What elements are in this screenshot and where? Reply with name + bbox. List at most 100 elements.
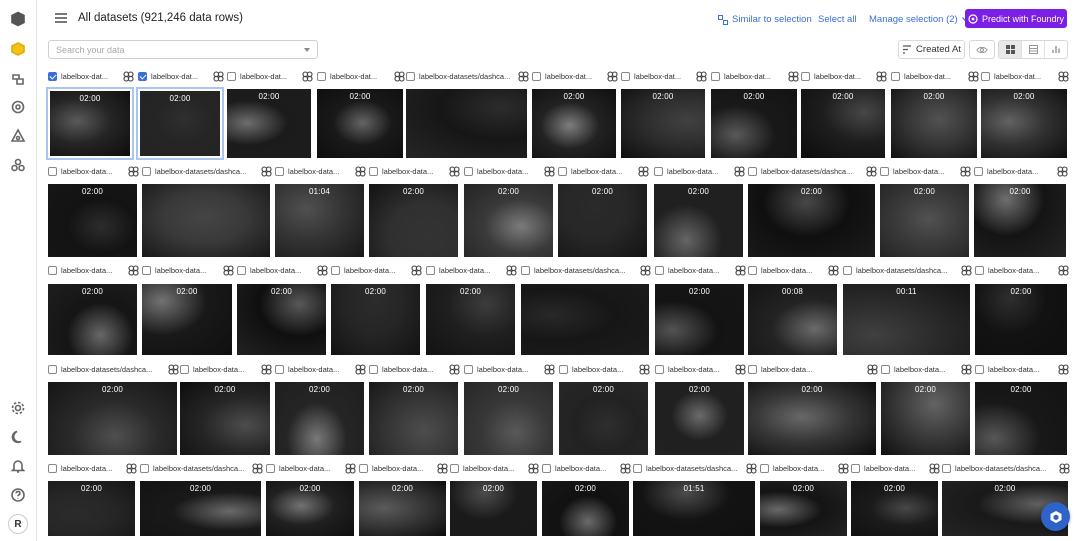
labelbox-logo-icon[interactable] <box>9 40 27 58</box>
select-checkbox[interactable] <box>559 364 568 374</box>
select-checkbox[interactable] <box>942 463 951 473</box>
select-checkbox[interactable] <box>369 166 378 176</box>
find-similar-icon[interactable] <box>1058 363 1069 375</box>
select-checkbox[interactable] <box>542 463 551 473</box>
find-similar-icon[interactable] <box>506 264 517 276</box>
model-icon[interactable] <box>9 127 27 145</box>
video-thumbnail[interactable]: 02:00 <box>140 481 261 536</box>
find-similar-icon[interactable] <box>355 363 366 375</box>
find-similar-icon[interactable] <box>449 363 460 375</box>
video-thumbnail[interactable]: 02:00 <box>891 89 977 158</box>
select-checkbox[interactable] <box>633 463 642 473</box>
select-checkbox[interactable] <box>227 71 236 81</box>
select-checkbox[interactable] <box>655 364 664 374</box>
video-thumbnail[interactable]: 02:00 <box>464 184 553 257</box>
select-checkbox[interactable] <box>48 364 57 374</box>
video-thumbnail[interactable]: 02:00 <box>369 184 458 257</box>
video-thumbnail[interactable]: 02:00 <box>655 284 744 355</box>
find-similar-icon[interactable] <box>838 462 849 474</box>
video-thumbnail[interactable]: 02:00 <box>48 382 177 455</box>
select-checkbox[interactable] <box>880 166 889 176</box>
notifications-icon[interactable] <box>9 457 27 475</box>
select-checkbox[interactable] <box>711 71 720 81</box>
find-similar-icon[interactable] <box>1058 264 1069 276</box>
select-checkbox[interactable] <box>464 166 473 176</box>
settings-icon[interactable] <box>9 399 27 417</box>
select-checkbox[interactable] <box>359 463 368 473</box>
find-similar-icon[interactable] <box>746 462 757 474</box>
video-thumbnail[interactable]: 02:00 <box>748 382 876 455</box>
select-checkbox[interactable] <box>331 265 340 275</box>
video-thumbnail[interactable]: 02:00 <box>464 382 553 455</box>
find-similar-icon[interactable] <box>128 165 139 177</box>
find-similar-icon[interactable] <box>961 264 972 276</box>
avatar[interactable]: R <box>8 514 28 534</box>
find-similar-icon[interactable] <box>345 462 356 474</box>
find-similar-icon[interactable] <box>544 363 555 375</box>
video-thumbnail[interactable]: 02:00 <box>426 284 515 355</box>
workflow-icon[interactable] <box>9 156 27 174</box>
select-checkbox[interactable] <box>748 166 757 176</box>
find-similar-icon[interactable] <box>252 462 263 474</box>
video-thumbnail[interactable]: 01:04 <box>275 184 364 257</box>
video-thumbnail[interactable]: 00:11 <box>843 284 970 355</box>
select-checkbox[interactable] <box>138 71 147 81</box>
select-checkbox[interactable] <box>48 71 57 81</box>
video-thumbnail[interactable]: 02:00 <box>654 184 743 257</box>
select-checkbox[interactable] <box>266 463 275 473</box>
find-similar-icon[interactable] <box>128 264 139 276</box>
find-similar-icon[interactable] <box>449 165 460 177</box>
find-similar-icon[interactable] <box>528 462 539 474</box>
video-thumbnail[interactable]: 02:00 <box>369 382 458 455</box>
visibility-toggle[interactable] <box>969 40 995 59</box>
select-checkbox[interactable] <box>275 166 284 176</box>
video-thumbnail[interactable]: 02:00 <box>359 481 446 536</box>
dark-mode-icon[interactable] <box>9 428 27 446</box>
search-input[interactable]: Search your data <box>48 40 318 59</box>
video-thumbnail[interactable]: 02:00 <box>136 87 224 160</box>
find-similar-icon[interactable] <box>1058 70 1069 82</box>
video-thumbnail[interactable]: 02:00 <box>748 184 875 257</box>
find-similar-icon[interactable] <box>1057 165 1068 177</box>
video-thumbnail[interactable]: 02:00 <box>711 89 797 158</box>
select-checkbox[interactable] <box>748 364 757 374</box>
find-similar-icon[interactable] <box>355 165 366 177</box>
video-thumbnail[interactable]: 02:00 <box>881 382 970 455</box>
video-thumbnail[interactable]: 02:00 <box>142 284 232 355</box>
find-similar-icon[interactable] <box>302 70 313 82</box>
video-thumbnail[interactable]: 02:00 <box>532 89 616 158</box>
analytics-view-button[interactable] <box>1045 41 1067 58</box>
select-checkbox[interactable] <box>48 463 57 473</box>
select-checkbox[interactable] <box>275 364 284 374</box>
find-similar-icon[interactable] <box>261 165 272 177</box>
video-thumbnail[interactable]: 02:00 <box>974 184 1066 257</box>
select-checkbox[interactable] <box>464 364 473 374</box>
select-all-button[interactable]: Select all <box>818 14 857 25</box>
select-checkbox[interactable] <box>48 166 57 176</box>
find-similar-icon[interactable] <box>960 165 971 177</box>
select-checkbox[interactable] <box>843 265 852 275</box>
select-checkbox[interactable] <box>406 71 415 81</box>
find-similar-icon[interactable] <box>126 462 137 474</box>
select-checkbox[interactable] <box>974 166 983 176</box>
select-checkbox[interactable] <box>140 463 149 473</box>
menu-icon[interactable] <box>55 13 67 23</box>
find-similar-icon[interactable] <box>168 363 179 375</box>
video-thumbnail[interactable]: 02:00 <box>981 89 1067 158</box>
video-thumbnail[interactable]: 00:08 <box>748 284 837 355</box>
find-similar-icon[interactable] <box>961 363 972 375</box>
video-thumbnail[interactable]: 02:00 <box>655 382 744 455</box>
find-similar-icon[interactable] <box>394 70 405 82</box>
find-similar-icon[interactable] <box>1059 462 1070 474</box>
find-similar-icon[interactable] <box>261 363 272 375</box>
predict-with-foundry-button[interactable]: Predict with Foundry <box>965 9 1067 28</box>
find-similar-icon[interactable] <box>828 264 839 276</box>
select-checkbox[interactable] <box>450 463 459 473</box>
video-thumbnail[interactable]: 02:00 <box>559 382 648 455</box>
select-checkbox[interactable] <box>621 71 630 81</box>
select-checkbox[interactable] <box>654 166 663 176</box>
select-checkbox[interactable] <box>881 364 890 374</box>
video-thumbnail[interactable]: 02:00 <box>760 481 847 536</box>
catalog-icon[interactable] <box>9 70 27 88</box>
video-thumbnail[interactable]: 02:00 <box>542 481 629 536</box>
